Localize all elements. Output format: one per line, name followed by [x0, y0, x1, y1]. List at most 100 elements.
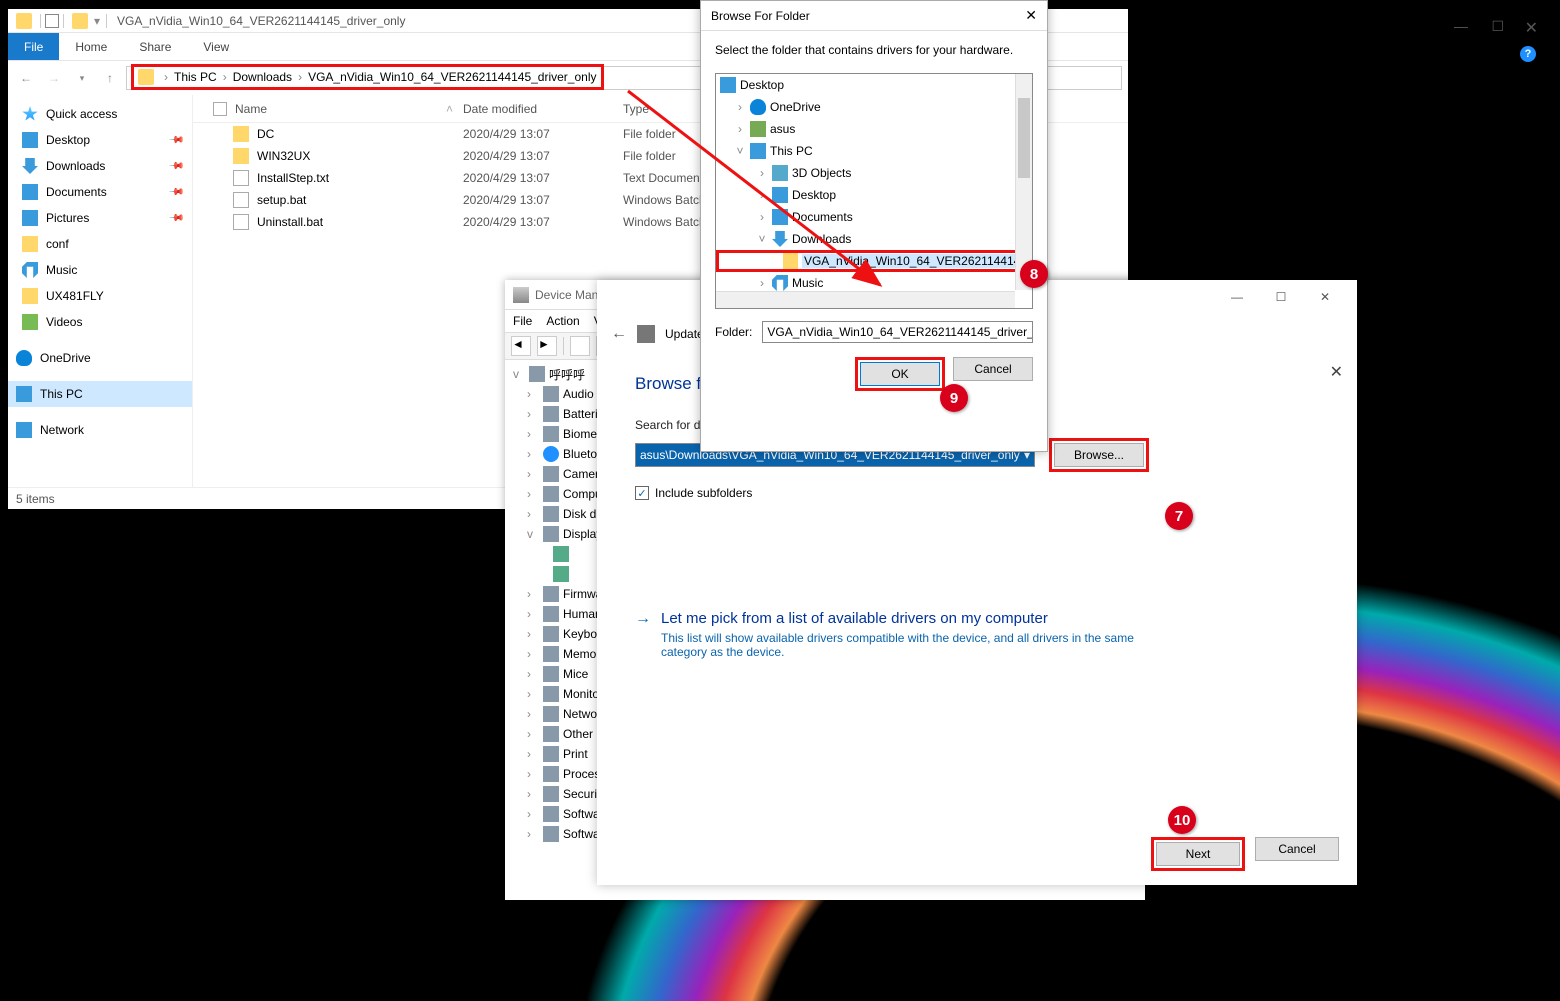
pc-icon	[16, 386, 32, 402]
bg-window-max[interactable]: ☐	[1491, 18, 1504, 35]
ribbon-view[interactable]: View	[187, 40, 245, 54]
desktop-icon	[772, 187, 788, 203]
device-icon	[543, 806, 559, 822]
breadcrumb: › This PC › Downloads › VGA_nVidia_Win10…	[131, 64, 604, 90]
device-icon	[543, 786, 559, 802]
sidebar-conf[interactable]: conf	[8, 231, 192, 257]
folder-icon	[22, 236, 38, 252]
text-file-icon	[233, 170, 249, 186]
vertical-scrollbar[interactable]	[1015, 74, 1032, 290]
device-icon	[543, 666, 559, 682]
bg-window-min[interactable]: —	[1454, 18, 1468, 34]
3d-icon	[772, 165, 788, 181]
batch-file-icon	[233, 214, 249, 230]
pin-icon: 📌	[167, 210, 184, 227]
documents-icon	[772, 209, 788, 225]
wizard-back[interactable]: ←	[611, 325, 627, 343]
device-icon	[543, 706, 559, 722]
sidebar-videos[interactable]: Videos	[8, 309, 192, 335]
selected-folder[interactable]: VGA_nVidia_Win10_64_VER2621144145	[716, 250, 1032, 272]
menu-action[interactable]: Action	[546, 314, 579, 328]
ribbon-home[interactable]: Home	[59, 40, 123, 54]
nav-up[interactable]: ↑	[98, 71, 122, 85]
documents-icon	[22, 184, 38, 200]
videos-icon	[22, 314, 38, 330]
sidebar-documents[interactable]: Documents📌	[8, 179, 192, 205]
folder-tree[interactable]: Desktop ›OneDrive ›asus ˅This PC ›3D Obj…	[715, 73, 1033, 309]
cancel-button[interactable]: Cancel	[953, 357, 1033, 381]
window-close[interactable]: ✕	[1303, 283, 1347, 311]
sidebar-onedrive[interactable]: OneDrive	[8, 345, 192, 371]
sidebar-desktop[interactable]: Desktop📌	[8, 127, 192, 153]
horizontal-scrollbar[interactable]	[716, 291, 1015, 308]
onedrive-icon	[750, 99, 766, 115]
include-subfolders-checkbox[interactable]: ✓	[635, 486, 649, 500]
browse-button[interactable]: Browse...	[1054, 443, 1144, 467]
device-icon	[543, 426, 559, 442]
select-all-checkbox[interactable]	[213, 102, 227, 116]
callout-9: 9	[940, 384, 968, 412]
arrow-icon: →	[635, 610, 651, 659]
pick-from-list-option[interactable]: → Let me pick from a list of available d…	[635, 610, 1319, 659]
sidebar-network[interactable]: Network	[8, 417, 192, 443]
device-icon	[543, 686, 559, 702]
nav-forward[interactable]: →	[42, 71, 66, 85]
pin-icon: 📌	[167, 184, 184, 201]
window-min[interactable]: —	[1215, 283, 1259, 311]
pin-icon: 📌	[167, 132, 184, 149]
bg-window-close[interactable]: ✕	[1525, 18, 1538, 38]
network-icon	[16, 422, 32, 438]
nav-back[interactable]: ←	[14, 71, 38, 85]
ribbon-file[interactable]: File	[8, 33, 59, 60]
bff-message: Select the folder that contains drivers …	[701, 31, 1047, 69]
download-icon	[772, 231, 788, 247]
folder-icon	[16, 13, 32, 29]
folder-label: Folder:	[715, 325, 752, 339]
music-icon	[772, 275, 788, 291]
include-subfolders-label: Include subfolders	[655, 486, 752, 500]
tb-back[interactable]: ◄	[511, 336, 531, 356]
device-icon	[543, 586, 559, 602]
device-icon	[543, 766, 559, 782]
device-icon	[543, 726, 559, 742]
tb-fwd[interactable]: ►	[537, 336, 557, 356]
user-icon	[750, 121, 766, 137]
device-icon	[543, 646, 559, 662]
device-icon	[543, 386, 559, 402]
pin-icon: 📌	[167, 158, 184, 175]
folder-name-field[interactable]: VGA_nVidia_Win10_64_VER2621144145_driver…	[762, 321, 1033, 343]
sidebar-pictures[interactable]: Pictures📌	[8, 205, 192, 231]
callout-7: 7	[1165, 502, 1193, 530]
qat-checkbox[interactable]	[45, 14, 59, 28]
sidebar-downloads[interactable]: Downloads📌	[8, 153, 192, 179]
wizard-icon	[637, 325, 655, 343]
dialog-close[interactable]: ✕	[1330, 362, 1343, 382]
help-icon[interactable]: ?	[1520, 46, 1536, 62]
menu-file[interactable]: File	[513, 314, 532, 328]
device-icon	[543, 626, 559, 642]
device-icon	[543, 606, 559, 622]
tb-1[interactable]	[570, 336, 590, 356]
folder-icon	[22, 288, 38, 304]
bff-close[interactable]: ✕	[1025, 7, 1037, 24]
sidebar-ux481fly[interactable]: UX481FLY	[8, 283, 192, 309]
devmgr-icon	[513, 287, 529, 303]
ribbon-share[interactable]: Share	[123, 40, 187, 54]
browse-highlight: Browse...	[1049, 438, 1149, 472]
device-icon	[543, 486, 559, 502]
desktop-icon	[720, 77, 736, 93]
sidebar-quick-access[interactable]: Quick access	[8, 101, 192, 127]
callout-10: 10	[1168, 806, 1196, 834]
next-button[interactable]: Next	[1156, 842, 1240, 866]
folder-icon	[783, 253, 798, 269]
window-title: VGA_nVidia_Win10_64_VER2621144145_driver…	[117, 14, 405, 28]
window-max[interactable]: ☐	[1259, 283, 1303, 311]
music-icon	[22, 262, 38, 278]
sidebar-music[interactable]: Music	[8, 257, 192, 283]
pc-icon	[750, 143, 766, 159]
browse-for-folder-dialog: Browse For Folder ✕ Select the folder th…	[700, 0, 1048, 452]
cancel-button[interactable]: Cancel	[1255, 837, 1339, 861]
sidebar-this-pc[interactable]: This PC	[8, 381, 192, 407]
ok-button[interactable]: OK	[860, 362, 940, 386]
nav-recent[interactable]: ▾	[70, 73, 94, 84]
